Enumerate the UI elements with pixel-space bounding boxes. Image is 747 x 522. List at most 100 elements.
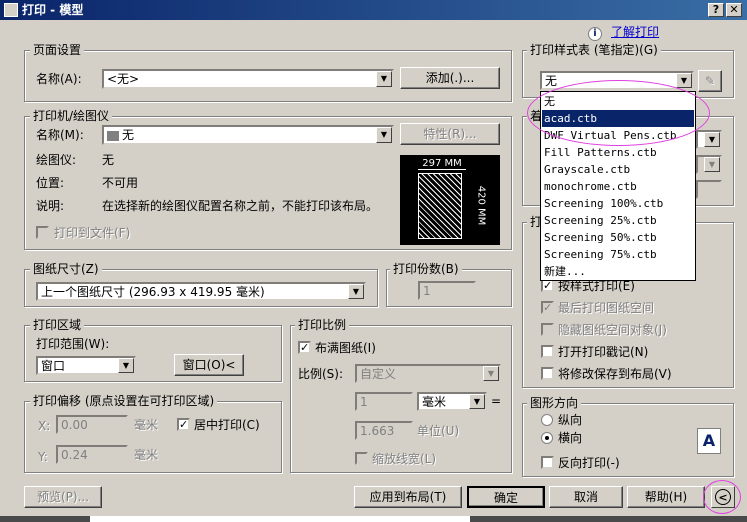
chevron-down-icon: ▼ <box>704 157 720 172</box>
orientation-icon: A <box>697 428 721 454</box>
plot-option-label: 最后打印图纸空间 <box>558 301 655 315</box>
plot-option-checkbox[interactable]: ✓ <box>541 301 554 314</box>
plot-scale-title: 打印比例 <box>295 318 350 332</box>
chevron-down-icon: ▼ <box>118 358 134 373</box>
copies-value: 1 <box>423 284 431 298</box>
dropdown-option[interactable]: Screening 75%.ctb <box>542 246 694 263</box>
printer-icon <box>107 130 119 141</box>
plot-range-select[interactable]: 窗口 ▼ <box>36 356 136 375</box>
x-offset-input[interactable]: 0.00 <box>56 415 128 434</box>
close-button[interactable]: ✕ <box>726 3 742 17</box>
scale-label: 比例(S): <box>298 367 344 381</box>
cancel-button[interactable]: 取消 <box>549 486 623 508</box>
height-dimension: 420 MM <box>475 185 487 226</box>
plot-option-label: 打开打印戳记(N) <box>558 345 649 359</box>
plot-style-title: 打印样式表 (笔指定)(G) <box>527 43 661 57</box>
fit-to-paper-checkbox[interactable]: ✓ <box>298 341 311 354</box>
shade-plot-select[interactable]: ▼ <box>696 130 722 149</box>
scale-select[interactable]: 自定义 ▼ <box>355 364 501 383</box>
scale-value2-input[interactable]: 1.663 <box>355 421 413 440</box>
center-plot-checkbox[interactable]: ✓ <box>177 418 190 431</box>
dropdown-option[interactable]: Screening 100%.ctb <box>542 195 694 212</box>
landscape-radio[interactable] <box>541 432 553 444</box>
chevron-down-icon: ▼ <box>676 73 692 88</box>
apply-to-layout-button[interactable]: 应用到布局(T) <box>354 486 462 508</box>
radio-dot <box>545 436 549 440</box>
page-setup-name-value: <无> <box>107 72 140 86</box>
portrait-radio[interactable] <box>541 414 553 426</box>
upside-down-checkbox[interactable] <box>541 456 554 469</box>
page-setup-name-label: 名称(A): <box>36 72 82 86</box>
plot-option-checkbox[interactable] <box>541 367 554 380</box>
annotation-ellipse <box>527 80 710 146</box>
desktop-strip <box>90 516 470 522</box>
plot-range-label: 打印范围(W): <box>36 337 110 351</box>
description-value: 在选择新的绘图仪配置名称之前，不能打印该布局。 <box>102 199 379 213</box>
landscape-label: 横向 <box>558 431 583 445</box>
dropdown-option[interactable]: Fill Patterns.ctb <box>542 144 694 161</box>
page-setup-name-select[interactable]: <无> ▼ <box>102 69 394 89</box>
pencil-icon: ✎ <box>704 74 716 88</box>
dropdown-option[interactable]: Grayscale.ctb <box>542 161 694 178</box>
scale-value1: 1 <box>360 395 368 409</box>
title-bar: 打印 - 模型 ? ✕ <box>0 0 747 20</box>
upside-down-label: 反向打印(-) <box>558 456 620 470</box>
dropdown-option[interactable]: 新建... <box>542 263 694 280</box>
orientation-title: 图形方向 <box>527 396 582 410</box>
add-page-setup-button[interactable]: 添加(.)... <box>400 67 500 89</box>
scale-value1-input[interactable]: 1 <box>355 392 413 411</box>
plot-option-checkbox[interactable] <box>541 345 554 358</box>
chevron-down-icon: ▼ <box>704 132 720 147</box>
plot-area-title: 打印区域 <box>30 318 85 332</box>
quality-select[interactable]: ▼ <box>696 155 722 174</box>
ok-button[interactable]: 确定 <box>467 486 545 508</box>
paper-size-select[interactable]: 上一个图纸尺寸 (296.93 x 419.95 毫米) ▼ <box>36 282 366 301</box>
preview-button[interactable]: 预览(P)... <box>24 486 102 508</box>
printer-title: 打印机/绘图仪 <box>30 109 113 123</box>
dropdown-option[interactable]: Screening 50%.ctb <box>542 229 694 246</box>
center-plot-label: 居中打印(C) <box>194 418 260 432</box>
y-offset-input[interactable]: 0.24 <box>56 445 128 464</box>
help-button[interactable]: 帮助(H) <box>627 486 705 508</box>
dpi-input[interactable] <box>696 180 722 199</box>
plotter-value: 无 <box>102 153 115 167</box>
x-offset-value: 0.00 <box>61 418 88 432</box>
copies-input[interactable]: 1 <box>418 281 476 300</box>
scale-lineweights-checkbox[interactable] <box>355 452 368 465</box>
help-title-button[interactable]: ? <box>708 3 724 17</box>
y-offset-unit: 毫米 <box>134 448 159 462</box>
scale-unit-value: 毫米 <box>422 395 447 409</box>
paper-size-value: 上一个图纸尺寸 (296.93 x 419.95 毫米) <box>41 285 265 299</box>
learn-print-link[interactable]: 了解打印 <box>611 24 659 40</box>
chevron-down-icon: ▼ <box>469 394 485 409</box>
width-dimension: 297 MM <box>418 157 466 170</box>
paper-preview: 297 MM 420 MM <box>400 155 500 245</box>
chevron-down-icon: ▼ <box>376 127 392 143</box>
printer-name-value: 无 <box>122 128 135 142</box>
orientation-icon-letter: A <box>702 431 716 450</box>
window-pick-button[interactable]: 窗口(O)< <box>174 354 244 376</box>
copies-title: 打印份数(B) <box>390 262 462 276</box>
plot-option-label: 隐藏图纸空间对象(J) <box>558 323 667 337</box>
y-offset-label: Y: <box>38 450 48 464</box>
fit-to-paper-label: 布满图纸(I) <box>315 341 376 355</box>
scale-unit-select[interactable]: 毫米 ▼ <box>417 392 487 411</box>
paper-size-title: 图纸尺寸(Z) <box>30 262 102 276</box>
dropdown-option[interactable]: monochrome.ctb <box>542 178 694 195</box>
plotter-label: 绘图仪: <box>36 153 77 167</box>
printer-name-select[interactable]: 无 ▼ <box>102 125 394 145</box>
plot-range-value: 窗口 <box>41 359 66 373</box>
plot-option-checkbox[interactable] <box>541 323 554 336</box>
edit-plot-style-button[interactable]: ✎ <box>698 70 722 92</box>
y-offset-value: 0.24 <box>61 448 88 462</box>
properties-button[interactable]: 特性(R)... <box>400 123 500 145</box>
annotation-circle <box>703 480 741 514</box>
printer-name-label: 名称(M): <box>36 128 84 142</box>
equals-sign: = <box>491 394 502 408</box>
print-to-file-checkbox[interactable] <box>36 226 49 239</box>
x-offset-label: X: <box>38 419 51 433</box>
info-icon: i <box>588 27 602 41</box>
dropdown-option[interactable]: Screening 25%.ctb <box>542 212 694 229</box>
plot-style-value: 无 <box>545 74 558 88</box>
location-label: 位置: <box>36 176 65 190</box>
